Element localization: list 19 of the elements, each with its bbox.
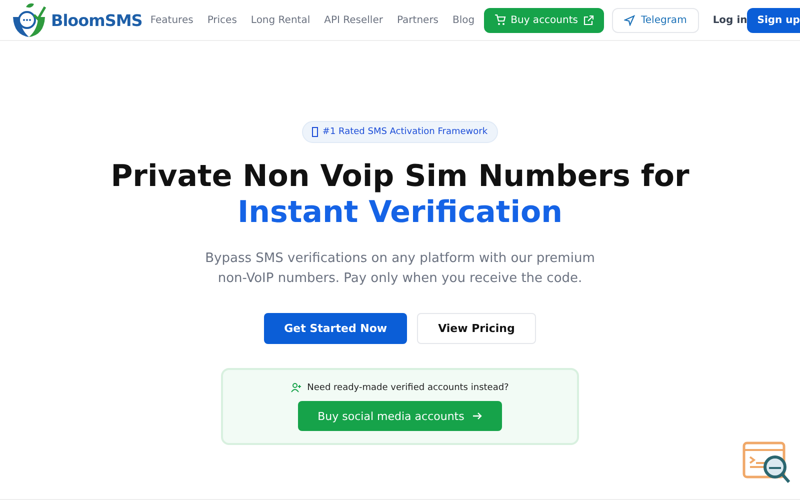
hero-subtitle: Bypass SMS verifications on any platform with our premium non-VoIP numbers. Pay only when you receive the code. <box>204 250 596 288</box>
view-pricing-button[interactable]: View Pricing <box>417 313 536 344</box>
nav-link[interactable]: Long Rental <box>250 14 310 26</box>
hero-title-highlight: Instant Verification <box>238 195 562 231</box>
nav-link[interactable]: Prices <box>207 14 237 26</box>
badge-text: #1 Rated SMS Activation Framework <box>322 127 488 137</box>
hero-title: Private Non Voip Sim Numbers for <box>110 159 690 195</box>
login-link[interactable]: Log in <box>712 14 748 26</box>
brand-name[interactable]: BloomSMS <box>51 10 142 30</box>
buy-accounts-button[interactable]: Buy accounts <box>484 8 604 32</box>
get-started-button[interactable]: Get Started Now <box>264 313 408 344</box>
telegram-button[interactable]: Telegram <box>612 8 699 32</box>
nav-link[interactable]: Partners <box>396 14 439 26</box>
nav-link[interactable]: Blog <box>452 14 475 26</box>
signup-button[interactable]: Sign up <box>747 8 800 32</box>
promo-text: Need ready-made verified accounts instead? <box>307 382 509 392</box>
nav-link[interactable]: Features <box>150 14 194 26</box>
nav-link[interactable]: API Reseller <box>324 14 383 26</box>
buy-social-accounts-button[interactable]: Buy social media accounts <box>298 401 502 431</box>
